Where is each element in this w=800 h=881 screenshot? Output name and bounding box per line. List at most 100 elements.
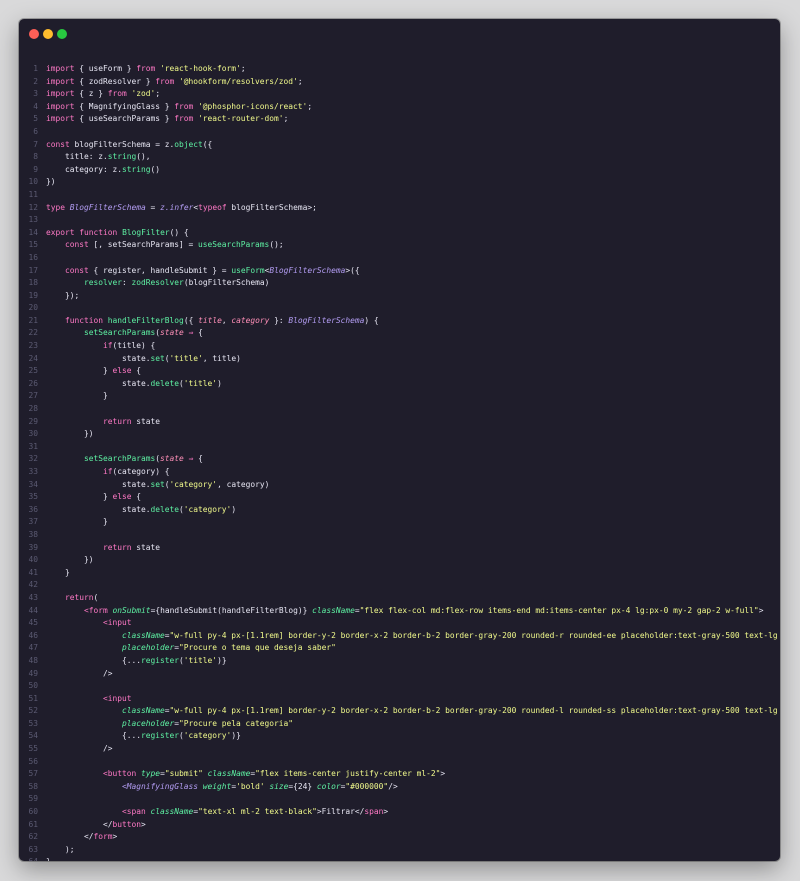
line-text: category: z.string() — [46, 164, 160, 177]
code-editor[interactable]: 1 import { useForm } from 'react-hook-for… — [19, 63, 780, 861]
line-text: placeholder="Procure pela categoria" — [46, 718, 293, 731]
close-window-button[interactable] — [29, 29, 39, 39]
code-token: , title) — [202, 353, 241, 363]
code-line: 50 — [19, 680, 780, 693]
line-number: 49 — [28, 668, 38, 678]
line-number: 52 — [28, 706, 38, 716]
line-text: } — [46, 856, 51, 861]
line-text: resolver: zodResolver(blogFilterSchema) — [46, 277, 269, 290]
code-token: type — [141, 769, 161, 779]
code-line: 55 /> — [19, 743, 780, 756]
code-token: export — [46, 227, 75, 237]
code-token: type — [46, 202, 66, 212]
line-number: 5 — [33, 114, 38, 124]
code-line: 36 state.delete('category') — [19, 504, 780, 517]
line-number: 9 — [33, 164, 38, 174]
code-token: 'title' — [183, 655, 218, 665]
code-line: 51 <input — [19, 693, 780, 706]
line-text: </form> — [46, 831, 117, 844]
code-token: return — [103, 542, 132, 552]
code-token: setSearchParams — [84, 328, 156, 338]
line-number: 19 — [28, 290, 38, 300]
line-text: import { z } from 'zod'; — [46, 88, 160, 101]
code-token: className — [312, 605, 355, 615]
line-number: 21 — [28, 315, 38, 325]
code-token: { — [193, 328, 203, 338]
line-text: {...register('category')} — [46, 730, 241, 743]
code-token: )} — [231, 731, 241, 741]
code-token: 'react-hook-form' — [155, 64, 241, 73]
line-number: 47 — [28, 643, 38, 653]
line-text: setSearchParams(state ⇒ { — [46, 453, 203, 466]
line-text: <button type="submit" className="flex it… — [46, 768, 445, 781]
line-text: if(title) { — [46, 340, 155, 353]
line-text: }) — [46, 428, 94, 441]
code-token: (blogFilterSchema) — [183, 278, 270, 288]
line-text: } — [46, 567, 70, 580]
code-token: (title) { — [112, 341, 156, 351]
code-token: from — [155, 76, 175, 86]
code-token: else — [112, 492, 132, 502]
line-text: }) — [46, 176, 56, 189]
line-text: className="w-full py-4 px-[1.1rem] borde… — [46, 630, 780, 643]
code-line: 33 if(category) { — [19, 466, 780, 479]
code-line: 11 — [19, 189, 780, 202]
line-number: 12 — [28, 202, 38, 212]
code-line: 27 } — [19, 390, 780, 403]
line-number: 44 — [28, 605, 38, 615]
maximize-window-button[interactable] — [57, 29, 67, 39]
minimize-window-button[interactable] — [43, 29, 53, 39]
line-number: 24 — [28, 353, 38, 363]
code-token: handleFilterBlog — [107, 315, 184, 325]
line-text: setSearchParams(state ⇒ { — [46, 327, 203, 340]
line-number: 45 — [28, 618, 38, 628]
code-token: /> — [388, 781, 398, 791]
code-line: 5 import { useSearchParams } from 'react-… — [19, 113, 780, 126]
code-token: className — [122, 706, 165, 716]
code-token: delete — [150, 378, 180, 388]
code-token: blogFilterSchema>; — [226, 202, 317, 212]
line-number: 20 — [28, 303, 38, 313]
code-token: const — [65, 240, 89, 250]
code-token: if — [103, 467, 113, 476]
code-token: 'category' — [183, 504, 232, 514]
line-text: function handleFilterBlog({ title, categ… — [46, 315, 379, 328]
code-token: const — [46, 139, 70, 149]
line-number: 17 — [28, 265, 38, 275]
code-token: ) { — [364, 315, 379, 325]
code-token: 'title' — [183, 378, 218, 388]
line-text: import { MagnifyingGlass } from '@phosph… — [46, 101, 312, 114]
code-token: ; — [307, 101, 313, 111]
code-token: '@hookform/resolvers/zod' — [174, 76, 298, 86]
code-token: <form — [84, 605, 108, 615]
code-token: state — [160, 454, 184, 464]
code-line: 19 }); — [19, 290, 780, 303]
line-number: 33 — [28, 467, 38, 476]
code-line: 61 </button> — [19, 819, 780, 832]
code-token: title: z. — [46, 152, 108, 162]
code-line: 20 — [19, 302, 780, 315]
code-line: 4 import { MagnifyingGlass } from '@phosp… — [19, 101, 780, 114]
code-token: state — [160, 328, 184, 338]
line-text: import { useForm } from 'react-hook-form… — [46, 63, 246, 76]
code-token: import — [46, 76, 75, 86]
code-token: ={24} — [288, 781, 317, 791]
code-token: <button — [103, 769, 137, 779]
code-token: size — [269, 781, 289, 791]
line-number: 27 — [28, 391, 38, 401]
code-token: string — [107, 152, 137, 162]
code-token: set — [150, 353, 165, 363]
code-token: className — [207, 769, 251, 779]
line-number: 56 — [28, 756, 38, 766]
line-text: <MagnifyingGlass weight='bold' size={24}… — [46, 781, 398, 794]
code-token: { z } — [74, 89, 108, 99]
code-token: span — [364, 807, 384, 817]
code-token: setSearchParams — [84, 454, 156, 464]
line-number: 37 — [28, 517, 38, 527]
